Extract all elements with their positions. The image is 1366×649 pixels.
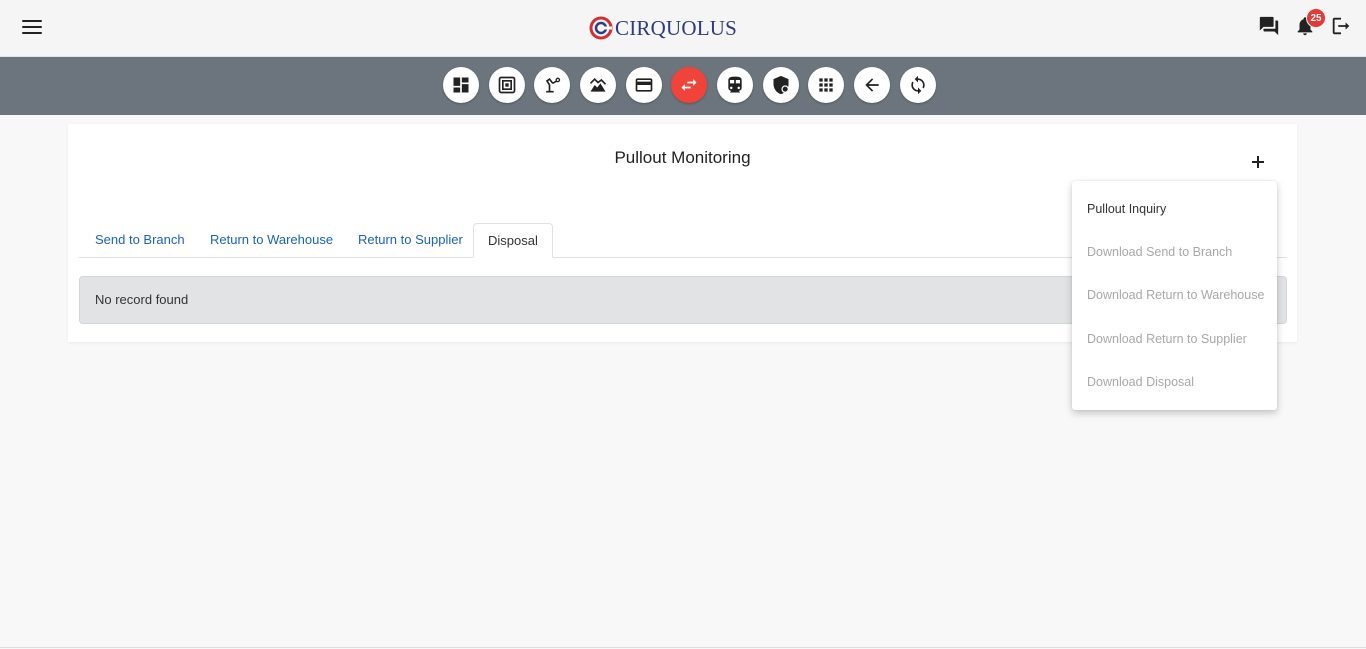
apps-grid-button[interactable] [808,67,844,103]
pullout-swap-button[interactable] [671,67,707,103]
precision-tool-icon [545,77,561,93]
logout-icon[interactable] [1330,15,1356,41]
shield-lock-icon [773,75,789,95]
memory-chip-icon [498,76,516,94]
hamburger-menu-icon[interactable] [22,18,42,36]
train-button[interactable] [717,67,753,103]
shield-lock-button[interactable] [763,67,799,103]
brand-logo[interactable]: CIRQUOLUS [589,14,737,42]
landscape-button[interactable] [580,67,616,103]
sync-button[interactable] [900,67,936,103]
swap-arrows-icon [681,79,697,91]
credit-card-icon [635,78,653,92]
top-header: CIRQUOLUS 25 [0,0,1366,57]
page-title: Pullout Monitoring [614,148,751,167]
menu-item-download-disposal[interactable]: Download Disposal [1087,375,1194,389]
menu-item-download-send-to-branch[interactable]: Download Send to Branch [1087,245,1232,259]
actions-dropdown-menu: Pullout Inquiry Download Send to Branch … [1072,181,1277,410]
notification-count-badge: 25 [1306,8,1326,28]
tab-return-to-warehouse[interactable]: Return to Warehouse [210,223,333,258]
bottom-divider [0,647,1366,648]
memory-chip-button[interactable] [489,67,525,103]
chat-icon[interactable] [1258,15,1284,41]
tab-disposal[interactable]: Disposal [473,223,553,258]
menu-item-download-return-to-supplier[interactable]: Download Return to Supplier [1087,332,1247,346]
tab-send-to-branch[interactable]: Send to Branch [95,223,185,258]
add-plus-icon[interactable] [1248,152,1268,172]
menu-item-pullout-inquiry[interactable]: Pullout Inquiry [1087,202,1166,216]
landscape-icon [589,77,607,92]
arrow-back-icon [865,78,879,92]
apps-grid-icon [819,78,833,92]
module-toolbar [0,57,1366,115]
dashboard-button[interactable] [443,67,479,103]
precision-tool-button[interactable] [534,67,570,103]
menu-item-download-return-to-warehouse[interactable]: Download Return to Warehouse [1087,288,1264,302]
dashboard-icon [453,77,469,93]
tab-return-to-supplier[interactable]: Return to Supplier [358,223,463,258]
credit-card-button[interactable] [626,67,662,103]
brand-name: CIRQUOLUS [615,15,737,40]
back-button[interactable] [854,67,890,103]
sync-icon [911,75,925,95]
notifications-button[interactable]: 25 [1294,8,1326,41]
cirquolus-logo-mark-icon [589,16,613,40]
train-icon [728,76,742,93]
